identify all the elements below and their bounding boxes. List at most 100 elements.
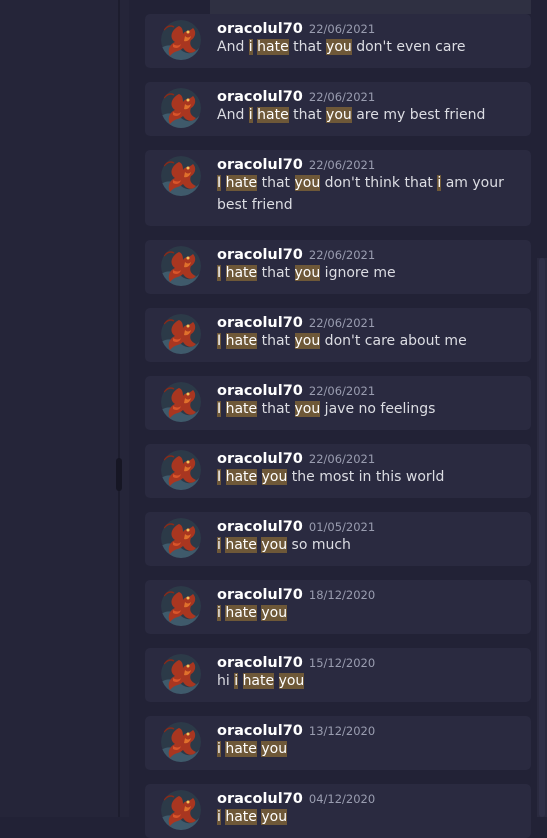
message-content: I hate that you jave no feelings — [217, 398, 513, 420]
message-text: so much — [287, 537, 351, 553]
dragon-avatar-icon[interactable] — [161, 382, 201, 422]
message-content: i hate you — [217, 602, 513, 624]
search-result-message[interactable]: oracolul70 04/12/2020 i hate you — [145, 784, 531, 838]
dragon-avatar-icon[interactable] — [161, 518, 201, 558]
message-content: I hate you the most in this world — [217, 466, 513, 488]
username[interactable]: oracolul70 — [217, 655, 303, 671]
message-timestamp: 22/06/2021 — [308, 248, 376, 262]
search-match-highlight: hate — [225, 741, 257, 757]
message-text — [238, 673, 242, 689]
username[interactable]: oracolul70 — [217, 157, 303, 173]
message-timestamp: 15/12/2020 — [308, 656, 376, 670]
message-text: ignore me — [320, 265, 396, 281]
message-timestamp: 04/12/2020 — [308, 792, 376, 806]
dragon-avatar-icon[interactable] — [161, 654, 201, 694]
message-text: that — [257, 401, 295, 417]
dragon-avatar-icon[interactable] — [161, 450, 201, 490]
message-text: that — [257, 265, 295, 281]
search-match-highlight: hate — [225, 265, 258, 281]
username[interactable]: oracolul70 — [217, 519, 303, 535]
username[interactable]: oracolul70 — [217, 791, 303, 807]
search-result-message[interactable]: oracolul70 22/06/2021 I hate that you jave… — [145, 376, 531, 430]
message-text: are my best friend — [351, 107, 486, 123]
username[interactable]: oracolul70 — [217, 315, 303, 331]
search-match-highlight: you — [261, 741, 288, 757]
message-text: And — [217, 39, 249, 55]
username[interactable]: oracolul70 — [217, 383, 303, 399]
search-result-message[interactable]: oracolul70 22/06/2021 I hate you the most … — [145, 444, 531, 498]
search-match-highlight: you — [261, 605, 288, 621]
search-match-highlight: you — [326, 107, 352, 123]
channel-pane — [0, 0, 129, 817]
search-result-message[interactable]: oracolul70 22/06/2021 I hate that you don'… — [145, 308, 531, 362]
dragon-avatar-icon[interactable] — [161, 20, 201, 60]
search-result-message[interactable]: oracolul70 01/05/2021 i hate you so much — [145, 512, 531, 566]
message-text: the most in this world — [287, 469, 445, 485]
message-text: jave no feelings — [320, 401, 436, 417]
search-bar[interactable] — [210, 0, 531, 14]
message-timestamp: 22/06/2021 — [308, 316, 376, 330]
search-match-highlight: hate — [257, 107, 289, 123]
search-result-message[interactable]: oracolul70 15/12/2020 hi i hate you — [145, 648, 531, 702]
message-timestamp: 22/06/2021 — [308, 22, 376, 36]
message-content: i hate you — [217, 738, 513, 760]
search-match-highlight: hate — [225, 537, 257, 553]
message-text: hi — [217, 673, 235, 689]
message-content: i hate you — [217, 806, 513, 828]
message-text: don't care about me — [320, 333, 467, 349]
message-timestamp: 01/05/2021 — [308, 520, 376, 534]
message-content: I hate that you don't think that i am yo… — [217, 172, 513, 216]
username[interactable]: oracolul70 — [217, 247, 303, 263]
username[interactable]: oracolul70 — [217, 451, 303, 467]
dragon-avatar-icon[interactable] — [161, 586, 201, 626]
search-result-message[interactable]: oracolul70 22/06/2021 I hate that you don'… — [145, 150, 531, 226]
message-text — [274, 673, 278, 689]
search-match-highlight: hate — [225, 401, 258, 417]
message-text — [221, 401, 225, 417]
search-match-highlight: hate — [225, 605, 257, 621]
search-match-highlight: hate — [225, 809, 257, 825]
message-content: I hate that you ignore me — [217, 262, 513, 284]
search-match-highlight: you — [294, 401, 321, 417]
message-timestamp: 18/12/2020 — [308, 588, 376, 602]
dragon-avatar-icon[interactable] — [161, 722, 201, 762]
dragon-avatar-icon[interactable] — [161, 88, 201, 128]
search-match-highlight: hate — [225, 175, 258, 191]
message-text — [221, 333, 225, 349]
message-timestamp: 13/12/2020 — [308, 724, 376, 738]
message-timestamp: 22/06/2021 — [308, 384, 376, 398]
username[interactable]: oracolul70 — [217, 89, 303, 105]
message-content: And i hate that you are my best friend — [217, 104, 513, 126]
search-match-highlight: you — [261, 809, 288, 825]
message-text: that — [288, 39, 327, 55]
search-match-highlight: you — [261, 537, 288, 553]
message-text: that — [257, 175, 295, 191]
dragon-avatar-icon[interactable] — [161, 246, 201, 286]
message-text — [221, 469, 225, 485]
username[interactable]: oracolul70 — [217, 21, 303, 37]
message-text: And — [217, 107, 249, 123]
message-text — [221, 265, 225, 281]
search-result-message[interactable]: oracolul70 22/06/2021 And i hate that you … — [145, 82, 531, 136]
search-match-highlight: you — [278, 673, 305, 689]
dragon-avatar-icon[interactable] — [161, 790, 201, 830]
search-match-highlight: you — [294, 175, 321, 191]
search-result-message[interactable]: oracolul70 22/06/2021 I hate that you igno… — [145, 240, 531, 294]
search-result-message[interactable]: oracolul70 22/06/2021 And i hate that you … — [145, 14, 531, 68]
message-text: that — [288, 107, 327, 123]
search-match-highlight: you — [326, 39, 352, 55]
message-text — [221, 175, 225, 191]
message-content: And i hate that you don't even care — [217, 36, 513, 58]
username[interactable]: oracolul70 — [217, 723, 303, 739]
dragon-avatar-icon[interactable] — [161, 156, 201, 196]
message-text: don't even care — [351, 39, 466, 55]
search-results-scrollbar[interactable] — [539, 258, 545, 817]
username[interactable]: oracolul70 — [217, 587, 303, 603]
message-text — [257, 469, 261, 485]
channel-pane-scrollbar[interactable] — [116, 458, 122, 491]
search-result-message[interactable]: oracolul70 18/12/2020 i hate you — [145, 580, 531, 634]
search-result-message[interactable]: oracolul70 13/12/2020 i hate you — [145, 716, 531, 770]
dragon-avatar-icon[interactable] — [161, 314, 201, 354]
pane-divider — [118, 0, 120, 817]
search-match-highlight: you — [261, 469, 288, 485]
